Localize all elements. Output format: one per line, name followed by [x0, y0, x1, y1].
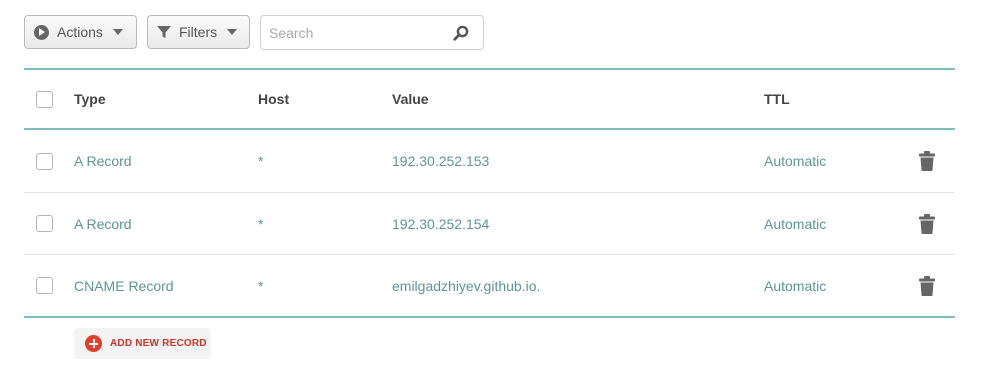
record-ttl[interactable]: Automatic — [764, 153, 826, 169]
record-type[interactable]: A Record — [74, 153, 132, 169]
row-checkbox[interactable] — [36, 215, 53, 232]
record-value[interactable]: 192.30.252.153 — [392, 153, 489, 169]
dns-records-table: Type Host Value TTL A Record * 192.30.25… — [24, 68, 955, 318]
record-type[interactable]: CNAME Record — [74, 278, 174, 294]
header-host[interactable]: Host — [258, 91, 289, 107]
record-ttl[interactable]: Automatic — [764, 216, 826, 232]
select-all-checkbox-cell — [36, 90, 53, 108]
table-row: A Record * 192.30.252.153 Automatic — [24, 130, 955, 192]
header-ttl[interactable]: TTL — [764, 91, 790, 107]
row-checkbox-cell — [36, 215, 53, 232]
trash-icon[interactable] — [919, 151, 935, 171]
record-type[interactable]: A Record — [74, 216, 132, 232]
search-box — [260, 15, 484, 50]
search-icon[interactable] — [453, 25, 469, 41]
actions-button[interactable]: Actions — [24, 15, 137, 49]
row-checkbox-cell — [36, 152, 53, 170]
row-checkbox[interactable] — [36, 152, 53, 170]
filter-icon — [157, 25, 171, 39]
trash-icon[interactable] — [919, 275, 935, 296]
row-checkbox[interactable] — [36, 277, 53, 294]
search-input[interactable] — [261, 16, 446, 49]
delete-cell — [919, 275, 935, 296]
filters-label: Filters — [179, 24, 218, 40]
play-circle-icon — [34, 24, 49, 40]
record-host[interactable]: * — [258, 216, 263, 232]
header-value[interactable]: Value — [392, 91, 429, 107]
header-type[interactable]: Type — [74, 91, 106, 107]
record-host[interactable]: * — [258, 153, 263, 169]
delete-cell — [919, 213, 935, 234]
delete-cell — [919, 151, 935, 171]
row-checkbox-cell — [36, 277, 53, 294]
add-new-record-label: ADD NEW RECORD — [110, 338, 207, 349]
caret-down-icon — [227, 29, 238, 35]
table-header-row: Type Host Value TTL — [24, 70, 955, 130]
select-all-checkbox[interactable] — [36, 90, 53, 108]
trash-icon[interactable] — [919, 213, 935, 234]
table-row: CNAME Record * emilgadzhiyev.github.io. … — [24, 254, 955, 316]
toolbar: Actions Filters — [24, 15, 484, 50]
record-value[interactable]: emilgadzhiyev.github.io. — [392, 278, 540, 294]
caret-down-icon — [112, 29, 123, 35]
actions-label: Actions — [57, 24, 103, 40]
table-row: A Record * 192.30.252.154 Automatic — [24, 192, 955, 254]
record-host[interactable]: * — [258, 278, 263, 294]
plus-circle-icon — [85, 335, 102, 352]
filters-button[interactable]: Filters — [147, 15, 250, 49]
add-new-record-button[interactable]: ADD NEW RECORD — [74, 328, 211, 359]
record-value[interactable]: 192.30.252.154 — [392, 216, 489, 232]
record-ttl[interactable]: Automatic — [764, 278, 826, 294]
